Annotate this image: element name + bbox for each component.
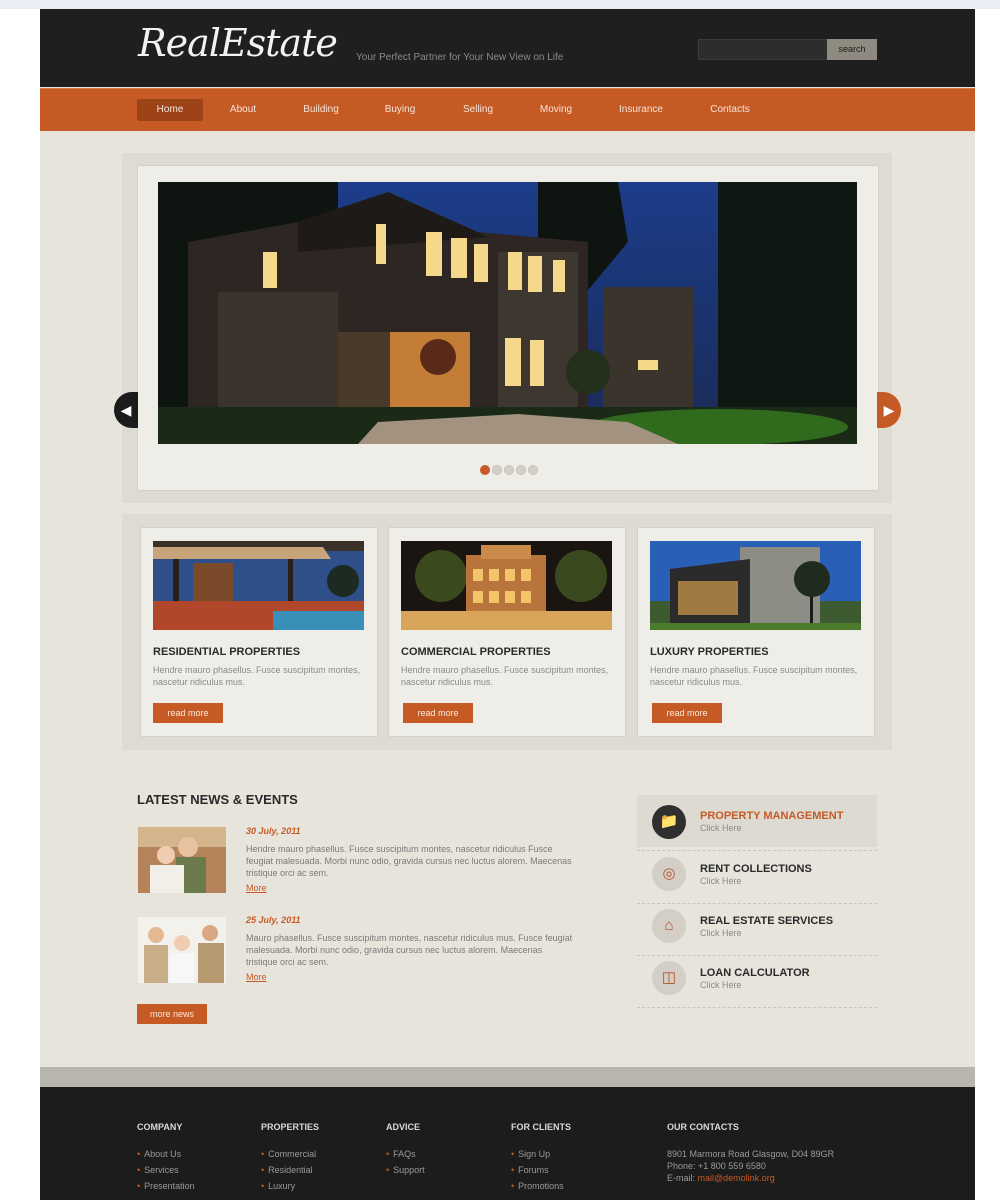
slider-dot[interactable]	[480, 465, 490, 475]
news-image-family	[138, 917, 226, 983]
service-click-here[interactable]: Click Here	[700, 823, 742, 833]
nav-item-selling[interactable]: Selling	[452, 99, 504, 121]
footer-link[interactable]: • Support	[386, 1165, 425, 1175]
service-divider	[637, 903, 877, 904]
footer-link[interactable]: • About Us	[137, 1149, 181, 1159]
coins-icon: ◎	[652, 857, 686, 891]
news-text: Mauro phasellus. Fusce suscipitum montes…	[246, 933, 573, 967]
search-button[interactable]: search	[827, 39, 877, 60]
service-click-here[interactable]: Click Here	[700, 876, 742, 886]
news-section-title: LATEST NEWS & EVENTS	[137, 792, 298, 807]
commercial-property-image	[401, 541, 612, 630]
browser-top-strip	[0, 0, 1000, 9]
feature-text: Hendre mauro phasellus. Fusce suscipitum…	[650, 665, 858, 687]
nav-item-home[interactable]: Home	[137, 99, 203, 121]
service-divider	[637, 955, 877, 956]
service-click-here[interactable]: Click Here	[700, 980, 742, 990]
slider-dot[interactable]	[492, 465, 502, 475]
slide-image-house-night	[158, 182, 857, 444]
feature-text: Hendre mauro phasellus. Fusce suscipitum…	[401, 665, 609, 687]
nav-item-contacts[interactable]: Contacts	[700, 99, 760, 121]
luxury-property-image	[650, 541, 861, 630]
footer-link[interactable]: • Presentation	[137, 1181, 195, 1191]
feature-title: COMMERCIAL PROPERTIES	[401, 646, 551, 658]
calculator-icon: ◫	[652, 961, 686, 995]
slider-dot[interactable]	[516, 465, 526, 475]
footer-link[interactable]: • Commercial	[261, 1149, 316, 1159]
read-more-button[interactable]: read more	[403, 703, 473, 723]
house-icon: ⌂	[652, 909, 686, 943]
nav-item-about[interactable]: About	[218, 99, 268, 121]
footer-link[interactable]: • Forums	[511, 1165, 549, 1175]
footer-col-head: ADVICE	[386, 1122, 421, 1132]
site-header: RealEstate Your Perfect Partner for Your…	[40, 9, 975, 87]
site-container: RealEstate Your Perfect Partner for Your…	[40, 9, 975, 1200]
footer-band	[40, 1067, 975, 1087]
footer-address: 8901 Marmora Road Glasgow, D04 89GR	[667, 1149, 835, 1159]
footer-email-line: E-mail: mail@demolink.org	[667, 1173, 775, 1183]
service-title-rent-collections[interactable]: RENT COLLECTIONS	[700, 863, 812, 875]
footer-col-head: PROPERTIES	[261, 1122, 320, 1132]
read-more-button[interactable]: read more	[153, 703, 223, 723]
service-title-loan-calculator[interactable]: LOAN CALCULATOR	[700, 967, 810, 979]
service-title-real-estate-services[interactable]: REAL ESTATE SERVICES	[700, 915, 833, 927]
footer-col-head: COMPANY	[137, 1122, 183, 1132]
read-more-button[interactable]: read more	[652, 703, 722, 723]
slider-prev-arrow-icon[interactable]: ◀	[114, 392, 138, 428]
feature-card-residential: RESIDENTIAL PROPERTIES Hendre mauro phas…	[140, 527, 378, 737]
footer-link[interactable]: • FAQs	[386, 1149, 416, 1159]
footer-link[interactable]: • Residential	[261, 1165, 313, 1175]
service-click-here[interactable]: Click Here	[700, 928, 742, 938]
more-news-button[interactable]: more news	[137, 1004, 207, 1024]
news-text: Hendre mauro phasellus. Fusce suscipitum…	[246, 844, 572, 878]
footer-email-link[interactable]: mail@demolink.org	[698, 1173, 775, 1183]
slider-dot[interactable]	[504, 465, 514, 475]
footer-contacts-head: OUR CONTACTS	[667, 1122, 739, 1132]
nav-item-insurance[interactable]: Insurance	[609, 99, 673, 121]
feature-text: Hendre mauro phasellus. Fusce suscipitum…	[153, 665, 361, 687]
footer-link[interactable]: • Services	[137, 1165, 179, 1175]
search-input[interactable]	[698, 39, 828, 60]
residential-property-image	[153, 541, 364, 630]
nav-item-moving[interactable]: Moving	[530, 99, 582, 121]
main-nav: Home About Building Buying Selling Movin…	[40, 88, 975, 131]
service-divider	[637, 1007, 877, 1008]
service-divider	[637, 850, 877, 851]
feature-title: RESIDENTIAL PROPERTIES	[153, 646, 301, 658]
footer-link[interactable]: • Sign Up	[511, 1149, 550, 1159]
slider-pagination	[480, 462, 540, 475]
news-date: 25 July, 2011	[246, 915, 301, 925]
news-date: 30 July, 2011	[246, 826, 301, 836]
footer-col-head: FOR CLIENTS	[511, 1122, 571, 1132]
nav-item-building[interactable]: Building	[294, 99, 348, 121]
feature-card-commercial: COMMERCIAL PROPERTIES Hendre mauro phase…	[388, 527, 626, 737]
footer-phone: Phone: +1 800 559 6580	[667, 1161, 766, 1171]
site-logo[interactable]: RealEstate	[138, 21, 338, 65]
footer-link[interactable]: • Luxury	[261, 1181, 295, 1191]
folder-icon: 📁	[652, 805, 686, 839]
slider-next-arrow-icon[interactable]: ▶	[877, 392, 901, 428]
slider-dot[interactable]	[528, 465, 538, 475]
feature-card-luxury: LUXURY PROPERTIES Hendre mauro phasellus…	[637, 527, 875, 737]
nav-item-buying[interactable]: Buying	[374, 99, 426, 121]
news-more-link[interactable]: More	[246, 972, 267, 982]
news-image-couple	[138, 827, 226, 893]
service-title-property-management[interactable]: PROPERTY MANAGEMENT	[700, 810, 843, 822]
footer-link[interactable]: • Promotions	[511, 1181, 564, 1191]
news-more-link[interactable]: More	[246, 883, 267, 893]
site-tagline: Your Perfect Partner for Your New View o…	[356, 52, 564, 63]
footer-email-label: E-mail:	[667, 1173, 696, 1183]
feature-title: LUXURY PROPERTIES	[650, 646, 769, 658]
